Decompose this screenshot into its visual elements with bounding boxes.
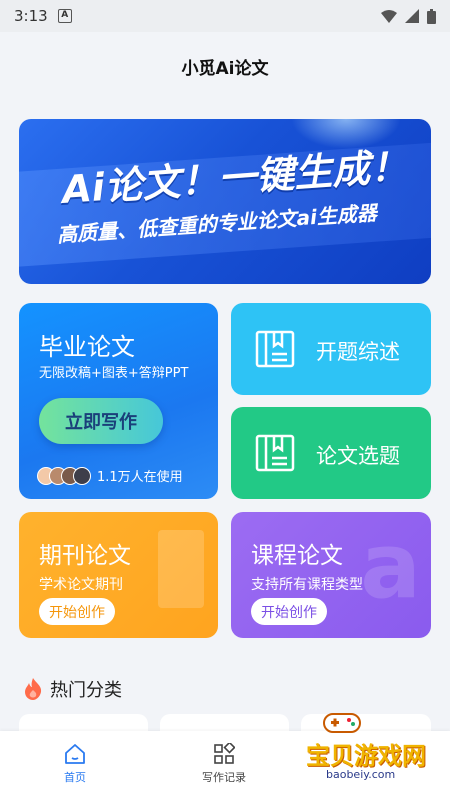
tile-label: 论文选题 xyxy=(316,444,400,468)
promo-banner[interactable]: Ai论文！一键生成！ 高质量、低查重的专业论文ai生成器 xyxy=(19,119,431,284)
journal-paper-card[interactable]: 期刊论文 学术论文期刊 开始创作 xyxy=(19,512,218,638)
watermark-url: baobeiy.com xyxy=(326,768,396,781)
status-bar: 3:13 A xyxy=(0,0,450,32)
watermark: 宝贝游戏网 baobeiy.com xyxy=(300,706,448,781)
document-icon xyxy=(255,434,295,472)
active-users: 1.1万人在使用 xyxy=(37,466,183,485)
letter-a-decoration: a xyxy=(360,514,421,619)
signal-icon xyxy=(405,9,419,23)
thesis-topic-tile[interactable]: 论文选题 xyxy=(231,407,431,499)
book-decoration xyxy=(158,530,204,608)
grid-icon xyxy=(214,743,235,764)
start-creating-button[interactable]: 开始创作 xyxy=(251,598,327,625)
nav-writing-records[interactable]: 写作记录 xyxy=(174,743,274,785)
course-card-title: 课程论文 xyxy=(251,543,343,569)
wifi-icon xyxy=(381,9,397,23)
nav-home[interactable]: 首页 xyxy=(25,743,125,785)
graduation-card-subtitle: 无限改稿+图表+答辩PPT xyxy=(39,366,189,381)
course-paper-card[interactable]: a 课程论文 支持所有课程类型 开始创作 xyxy=(231,512,431,638)
status-icons xyxy=(381,8,436,24)
tile-label: 开题综述 xyxy=(316,340,400,364)
nav-writing-records-label: 写作记录 xyxy=(202,771,246,784)
status-time: 3:13 xyxy=(14,7,48,25)
start-creating-button[interactable]: 开始创作 xyxy=(39,598,115,625)
document-icon xyxy=(255,330,295,368)
journal-card-title: 期刊论文 xyxy=(39,543,131,569)
hot-categories-label: 热门分类 xyxy=(50,680,122,701)
watermark-text: 宝贝游戏网 xyxy=(306,742,426,770)
proposal-review-tile[interactable]: 开题综述 xyxy=(231,303,431,395)
graduation-card-title: 毕业论文 xyxy=(39,333,135,361)
nav-home-label: 首页 xyxy=(64,771,86,784)
write-now-button[interactable]: 立即写作 xyxy=(39,398,163,444)
hot-categories-heading: 热门分类 xyxy=(24,676,122,702)
page-title: 小觅Ai论文 xyxy=(181,59,269,79)
course-card-subtitle: 支持所有课程类型 xyxy=(251,577,363,593)
users-count-text: 1.1万人在使用 xyxy=(97,470,183,485)
graduation-thesis-card[interactable]: 毕业论文 无限改稿+图表+答辩PPT 立即写作 1.1万人在使用 xyxy=(19,303,218,499)
notification-icon: A xyxy=(57,9,72,23)
fire-icon xyxy=(25,678,42,700)
gamepad-icon xyxy=(323,713,361,733)
battery-icon xyxy=(427,8,436,24)
avatar xyxy=(73,466,91,485)
journal-card-subtitle: 学术论文期刊 xyxy=(39,577,123,593)
home-icon xyxy=(65,744,85,764)
